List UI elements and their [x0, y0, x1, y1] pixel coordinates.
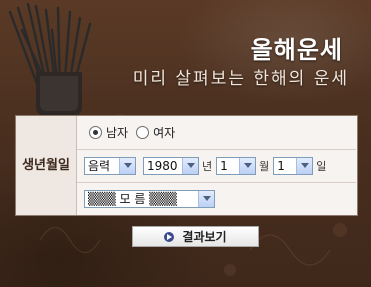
play-icon [164, 231, 175, 242]
birth-time-value: ▒▒▒ 모 름 ▒▒▒ [88, 192, 177, 206]
chevron-down-icon[interactable] [119, 157, 135, 174]
view-result-label: 결과보기 [182, 230, 227, 244]
day-value: 1 [277, 158, 285, 173]
chevron-down-icon[interactable] [239, 157, 256, 174]
year-value: 1980 [147, 158, 178, 173]
chevron-down-icon[interactable] [296, 157, 313, 174]
chevron-down-icon[interactable] [198, 190, 214, 207]
day-unit: 일 [316, 159, 327, 173]
birthdate-label: 생년월일 [16, 116, 77, 215]
gender-male-label: 남자 [106, 126, 129, 140]
date-row: 음력 1980 년 1 월 1 일 [77, 149, 356, 183]
gender-female-option[interactable]: 여자 [136, 124, 175, 141]
chevron-down-icon[interactable] [182, 157, 198, 174]
month-unit: 월 [259, 159, 270, 173]
day-select[interactable]: 1 [273, 156, 314, 175]
radio-unchecked-icon[interactable] [136, 126, 150, 139]
radio-checked-icon[interactable] [89, 126, 102, 139]
gender-female-label: 여자 [153, 126, 176, 140]
page: 올해운세 미리 살펴보는 한해의 운세 생년월일 남자 여자 음력 1980 년… [0, 0, 371, 287]
year-select[interactable]: 1980 [143, 156, 199, 175]
month-value: 1 [220, 158, 228, 173]
gender-row: 남자 여자 [77, 116, 356, 150]
year-unit: 년 [202, 159, 213, 173]
calendar-type-value: 음력 [88, 159, 111, 173]
gender-male-option[interactable]: 남자 [89, 124, 128, 141]
birthdate-form: 생년월일 남자 여자 음력 1980 년 1 월 1 일 ▒▒▒ 모 름 ▒▒▒ [15, 115, 358, 216]
calendar-type-select[interactable]: 음력 [84, 156, 136, 175]
view-result-button[interactable]: 결과보기 [132, 226, 259, 247]
page-title: 올해운세 [250, 36, 343, 64]
incense-pot-illustration [8, 2, 92, 116]
time-row: ▒▒▒ 모 름 ▒▒▒ [77, 182, 356, 215]
page-subtitle: 미리 살펴보는 한해의 운세 [132, 69, 349, 89]
month-select[interactable]: 1 [216, 156, 257, 175]
birth-time-select[interactable]: ▒▒▒ 모 름 ▒▒▒ [84, 189, 215, 208]
